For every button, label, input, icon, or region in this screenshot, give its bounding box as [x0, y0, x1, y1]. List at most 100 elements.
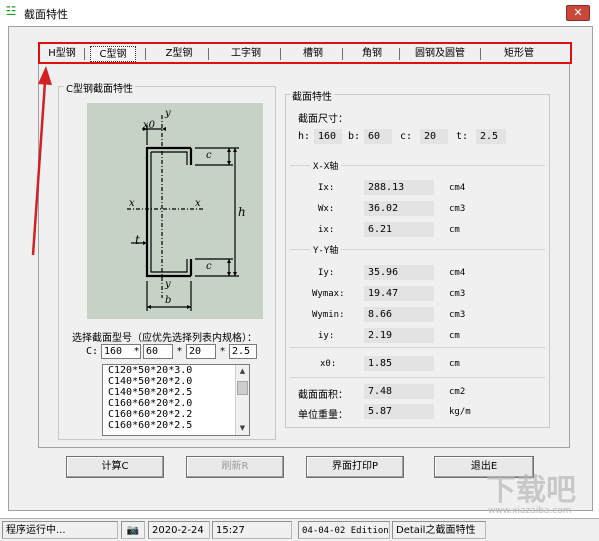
- ix-moment-label: Ix:: [318, 183, 335, 193]
- refresh-button[interactable]: 刷新R: [186, 456, 284, 478]
- status-detail: Detail之截面特性: [392, 521, 486, 539]
- dim-value-h: 160: [314, 129, 342, 144]
- wx-label: Wx:: [318, 204, 335, 214]
- label-x-left: x: [129, 198, 135, 209]
- c-section-group-title: C型钢截面特性: [64, 80, 135, 95]
- list-item[interactable]: C140*50*20*2.0: [103, 376, 249, 387]
- iy-moment-value: 35.96: [364, 265, 434, 280]
- dim-value-c: 20: [420, 129, 448, 144]
- tab-c-steel[interactable]: C型钢: [90, 46, 136, 62]
- dim-input-t[interactable]: 2.5: [229, 344, 257, 359]
- status-icon-cell: 📷: [121, 521, 145, 539]
- label-x-right: x: [195, 198, 201, 209]
- dim-value-t: 2.5: [476, 129, 506, 144]
- ix-moment-value: 288.13: [364, 180, 434, 195]
- calculate-button[interactable]: 计算C: [66, 456, 164, 478]
- label-y-top: y: [165, 108, 171, 119]
- iy-moment-label: Iy:: [318, 268, 335, 278]
- dim-label-h: h:: [298, 131, 311, 142]
- tab-i-beam[interactable]: 工字钢: [222, 46, 270, 62]
- camera-icon: 📷: [126, 525, 140, 536]
- window-title: 截面特性: [24, 8, 68, 21]
- scroll-down-icon[interactable]: ▼: [236, 422, 249, 435]
- iy-moment-unit: cm4: [449, 268, 466, 278]
- weight-label: 单位重量：: [298, 410, 348, 421]
- list-scrollbar[interactable]: ▲ ▼: [235, 365, 249, 435]
- separator-area: [290, 377, 545, 378]
- tab-angle[interactable]: 角钢: [352, 46, 392, 62]
- tab-separator: [480, 48, 481, 60]
- tab-z-steel[interactable]: Z型钢: [158, 46, 200, 62]
- tab-channel[interactable]: 槽钢: [294, 46, 332, 62]
- c-section-diagram: x0 y y x x c c h t b: [87, 103, 263, 319]
- list-item[interactable]: C120*50*20*3.0: [103, 365, 249, 376]
- label-y-bottom: y: [165, 279, 171, 290]
- wymin-value: 8.66: [364, 307, 434, 322]
- list-item[interactable]: C160*60*20*2.5: [103, 420, 249, 431]
- wx-unit: cm3: [449, 204, 466, 214]
- area-value: 7.48: [364, 384, 434, 399]
- weight-value: 5.87: [364, 404, 434, 419]
- tab-separator: [208, 48, 209, 60]
- wymin-unit: cm3: [449, 310, 466, 320]
- watermark-url: www.xiazaiba.com: [488, 506, 572, 516]
- dim-label-b: b:: [348, 131, 361, 142]
- x0-label: x0:: [320, 359, 337, 369]
- dim-label-t: t:: [456, 131, 469, 142]
- status-text: 程序运行中...: [2, 521, 118, 539]
- area-label: 截面面积：: [298, 390, 348, 401]
- ix-radius-unit: cm: [449, 225, 460, 235]
- dim-input-b[interactable]: 60: [143, 344, 173, 359]
- title-bar[interactable]: ☳ 截面特性 ✕: [0, 0, 599, 26]
- label-h: h: [238, 205, 246, 219]
- c-section-drawing: [127, 115, 239, 311]
- tab-separator: [399, 48, 400, 60]
- status-time: 15:27: [212, 521, 292, 539]
- ix-radius-value: 6.21: [364, 222, 434, 237]
- tab-h-steel[interactable]: H型钢: [44, 46, 80, 62]
- status-date: 2020-2-24: [148, 521, 210, 539]
- wymin-label: Wymin:: [312, 310, 345, 320]
- dims-title: 截面尺寸：: [298, 114, 348, 125]
- print-button[interactable]: 界面打印P: [306, 456, 404, 478]
- list-item[interactable]: C140*50*20*2.5: [103, 387, 249, 398]
- tab-round-bar-tube[interactable]: 圆钢及圆管: [408, 46, 472, 62]
- ix-moment-unit: cm4: [449, 183, 466, 193]
- tab-separator: [342, 48, 343, 60]
- list-item[interactable]: C160*60*20*2.2: [103, 409, 249, 420]
- status-edition: 04-04-02 Edition: [298, 521, 390, 539]
- close-button[interactable]: ✕: [566, 5, 590, 21]
- iy-radius-value: 2.19: [364, 328, 434, 343]
- select-section-label: 选择截面型号（应优先选择列表内规格）：: [72, 333, 257, 344]
- label-c-top: c: [206, 150, 212, 161]
- weight-unit: kg/m: [449, 407, 471, 417]
- label-t: t: [135, 233, 140, 247]
- tab-separator: [280, 48, 281, 60]
- yy-axis-title: Y-Y轴: [310, 243, 342, 256]
- wymax-value: 19.47: [364, 286, 434, 301]
- label-b: b: [165, 295, 172, 306]
- area-unit: cm2: [449, 387, 466, 397]
- label-x0: x0: [143, 120, 156, 131]
- list-item[interactable]: C160*60*20*2.0: [103, 398, 249, 409]
- main-window: ☳ 截面特性 ✕ H型钢 C型钢 Z型钢 工字钢 槽钢 角钢 圆钢及圆管 矩形管…: [0, 0, 599, 541]
- section-spec-list[interactable]: C120*50*20*3.0 C140*50*20*2.0 C140*50*20…: [102, 364, 250, 436]
- status-bar: 程序运行中... 📷 2020-2-24 15:27 04-04-02 Edit…: [0, 518, 599, 541]
- scroll-thumb[interactable]: [237, 381, 248, 395]
- tab-rect-tube[interactable]: 矩形管: [496, 46, 542, 62]
- label-c-bottom: c: [206, 261, 212, 272]
- separator-x0: [290, 347, 545, 348]
- scroll-up-icon[interactable]: ▲: [236, 365, 249, 378]
- x0-value: 1.85: [364, 356, 434, 371]
- wymax-label: Wymax:: [312, 289, 345, 299]
- tab-separator: [84, 48, 85, 60]
- close-icon: ✕: [573, 6, 583, 19]
- xx-axis-title: X-X轴: [310, 159, 342, 172]
- iy-radius-label: iy:: [318, 331, 335, 341]
- x0-unit: cm: [449, 359, 460, 369]
- iy-radius-unit: cm: [449, 331, 460, 341]
- tab-separator: [145, 48, 146, 60]
- times-sign: *: [134, 346, 139, 357]
- dim-input-c[interactable]: 20: [186, 344, 216, 359]
- dim-value-b: 60: [364, 129, 392, 144]
